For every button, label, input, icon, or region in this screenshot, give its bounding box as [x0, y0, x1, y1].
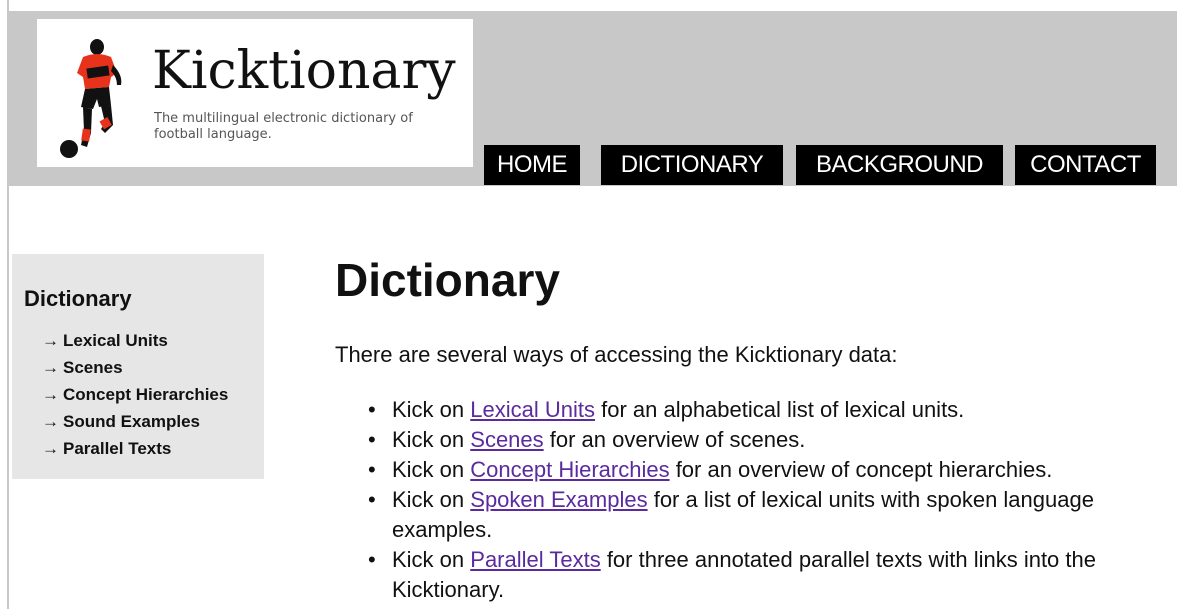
sidebar-item-label: Concept Hierarchies — [63, 385, 229, 404]
list-item-text: Kick on — [392, 487, 471, 512]
sidebar-item-parallel-texts[interactable]: → Parallel Texts — [42, 438, 228, 465]
sidebar-title: Dictionary — [24, 286, 132, 311]
list-item-text: Kick on — [392, 457, 471, 482]
nav-dictionary-link[interactable]: DICTIONARY — [601, 145, 783, 185]
arrow-right-icon: → — [42, 358, 59, 377]
sidebar-item-label: Parallel Texts — [63, 439, 172, 458]
list-item-text: Kick on — [392, 547, 471, 572]
arrow-right-icon: → — [42, 385, 59, 404]
page-title: Dictionary — [335, 254, 560, 306]
list-item-text: Kick on — [392, 427, 471, 452]
sidebar-item-concept-hierarchies[interactable]: → Concept Hierarchies — [42, 384, 228, 411]
list-item-text: for an overview of scenes. — [543, 427, 806, 452]
sidebar-menu: → Lexical Units → Scenes → Concept Hierarch… — [42, 330, 228, 465]
list-item: Kick on Spoken Examples for a list of le… — [366, 485, 1156, 545]
list-item: Kick on Parallel Texts for three annotat… — [366, 545, 1156, 605]
spoken-examples-link[interactable]: Spoken Examples — [470, 487, 647, 512]
access-options-list: Kick on Lexical Units for an alphabetica… — [366, 395, 1156, 605]
list-item-text: for an overview of concept hierarchies. — [669, 457, 1053, 482]
football-player-icon — [60, 39, 122, 158]
site-title: Kicktionary — [152, 41, 456, 101]
lexical-units-link[interactable]: Lexical Units — [470, 397, 595, 422]
scenes-link[interactable]: Scenes — [470, 427, 543, 452]
nav-contact-link[interactable]: CONTACT — [1015, 145, 1156, 185]
sidebar-item-label: Scenes — [63, 358, 123, 377]
site-header: Kicktionary The multilingual electronic … — [9, 11, 1177, 186]
list-item: Kick on Lexical Units for an alphabetica… — [366, 395, 1156, 425]
sidebar-item-lexical-units[interactable]: → Lexical Units — [42, 330, 228, 357]
intro-text: There are several ways of accessing the … — [335, 342, 898, 367]
concept-hierarchies-link[interactable]: Concept Hierarchies — [470, 457, 669, 482]
sidebar-item-sound-examples[interactable]: → Sound Examples — [42, 411, 228, 438]
nav-home-link[interactable]: HOME — [484, 145, 580, 185]
list-item: Kick on Scenes for an overview of scenes… — [366, 425, 1156, 455]
list-item-text: Kick on — [392, 397, 471, 422]
arrow-right-icon: → — [42, 412, 59, 431]
list-item-text: for an alphabetical list of lexical unit… — [594, 397, 965, 422]
sidebar-item-label: Sound Examples — [63, 412, 200, 431]
site-logo[interactable]: Kicktionary The multilingual electronic … — [37, 19, 473, 167]
parallel-texts-link[interactable]: Parallel Texts — [470, 547, 600, 572]
list-item: Kick on Concept Hierarchies for an overv… — [366, 455, 1156, 485]
sidebar: Dictionary → Lexical Units → Scenes → Conce… — [12, 254, 264, 479]
nav-background-link[interactable]: BACKGROUND — [796, 145, 1003, 185]
arrow-right-icon: → — [42, 439, 59, 458]
arrow-right-icon: → — [42, 331, 59, 350]
sidebar-item-scenes[interactable]: → Scenes — [42, 357, 228, 384]
site-tagline: The multilingual electronic dictionary o… — [154, 111, 413, 142]
sidebar-item-label: Lexical Units — [63, 331, 168, 350]
